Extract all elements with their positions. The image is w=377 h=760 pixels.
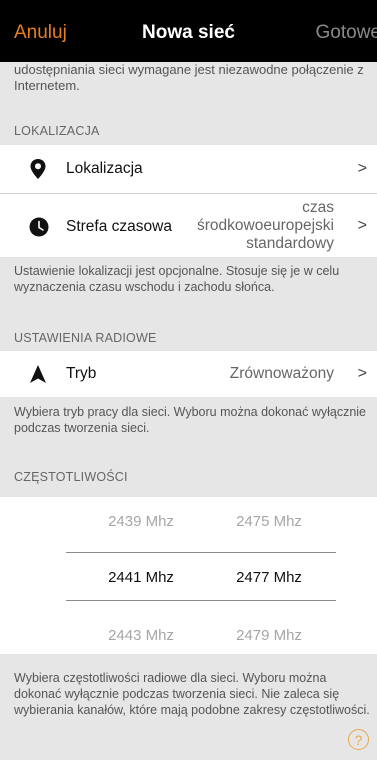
navigation-arrow-icon [29, 364, 47, 389]
frequency-picker[interactable]: 2439 Mhz 2475 Mhz 2441 Mhz 2477 Mhz 2443… [0, 497, 377, 654]
frequency-option[interactable]: 2475 Mhz [214, 513, 324, 530]
mode-value: Zrównoważony [229, 365, 334, 382]
timezone-value-line: standardowy [246, 235, 334, 252]
frequency-option-selected[interactable]: 2477 Mhz [214, 569, 324, 586]
picker-selection-line [66, 600, 336, 601]
frequency-option[interactable]: 2439 Mhz [86, 513, 196, 530]
timezone-label: Strefa czasowa [66, 218, 172, 235]
frequency-section-header: CZĘSTOTLIWOŚCI [14, 470, 128, 484]
radio-section-header: USTAWIENIA RADIOWE [14, 331, 157, 345]
frequency-option[interactable]: 2443 Mhz [86, 627, 196, 644]
mode-row[interactable]: Tryb Zrównoważony > [0, 351, 377, 397]
clock-icon [29, 217, 49, 242]
frequency-note: Wybiera częstotliwości radiowe dla sieci… [14, 671, 370, 717]
help-icon[interactable]: ? [348, 729, 369, 750]
done-button[interactable]: Gotowe [316, 22, 377, 44]
chevron-right-icon: > [357, 217, 367, 234]
location-section-header: LOKALIZACJA [14, 124, 100, 138]
frequency-option-selected[interactable]: 2441 Mhz [86, 569, 196, 586]
location-label: Lokalizacja [66, 160, 143, 177]
top-bar: Anuluj Nowa sieć Gotowe [0, 0, 377, 62]
timezone-value: czas środkowoeuropejski standardowy [197, 199, 334, 253]
timezone-value-line: czas [302, 199, 334, 216]
mode-label: Tryb [66, 365, 97, 382]
picker-selection-line [66, 552, 336, 553]
mode-note: Wybiera tryb pracy dla sieci. Wyboru moż… [14, 405, 367, 435]
location-note: Ustawienie lokalizacji jest opcjonalne. … [14, 264, 340, 294]
location-pin-icon [29, 158, 47, 185]
frequency-option[interactable]: 2479 Mhz [214, 627, 324, 644]
location-row[interactable]: Lokalizacja > [0, 145, 377, 193]
chevron-right-icon: > [357, 160, 367, 177]
timezone-row[interactable]: Strefa czasowa czas środkowoeuropejski s… [0, 194, 377, 257]
timezone-value-line: środkowoeuropejski [197, 217, 334, 234]
chevron-right-icon: > [357, 365, 367, 382]
